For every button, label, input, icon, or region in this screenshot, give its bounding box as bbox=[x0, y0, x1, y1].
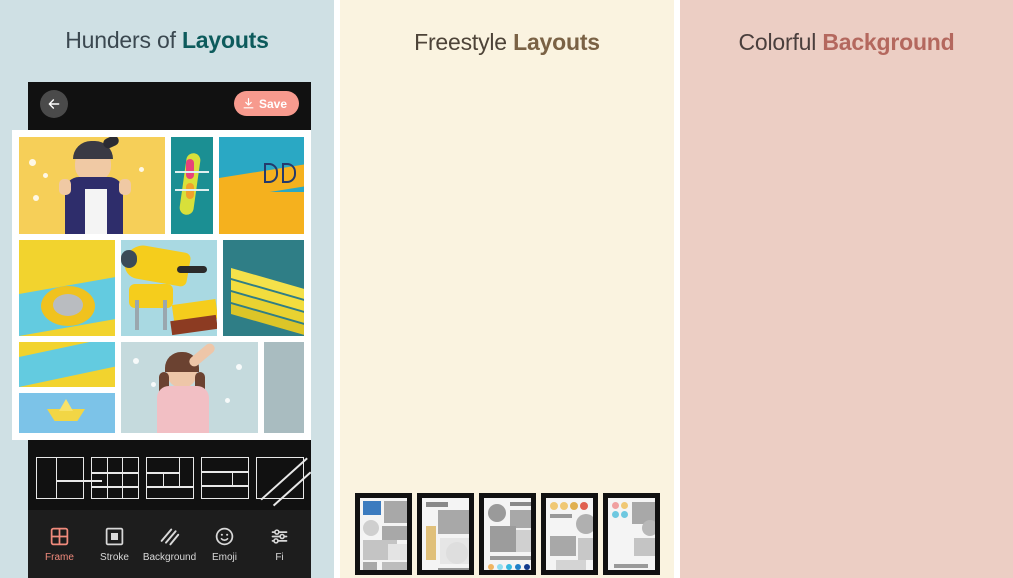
collage-cell-scooter[interactable] bbox=[121, 239, 217, 337]
page-title-3: Colorful Background bbox=[680, 0, 1013, 56]
frame-template-strip[interactable] bbox=[28, 452, 311, 507]
smiley-icon bbox=[215, 527, 234, 545]
collage-cell-paper-boat[interactable] bbox=[19, 393, 115, 433]
panel-colorful-background: Colorful Background Save bbox=[680, 0, 1013, 578]
background-hatch-icon bbox=[160, 528, 180, 545]
freestyle-template-4[interactable] bbox=[540, 493, 598, 575]
back-button-1[interactable] bbox=[40, 90, 68, 118]
save-label-1: Save bbox=[258, 96, 287, 111]
title-plain-2: Freestyle bbox=[414, 29, 514, 55]
stroke-square-icon bbox=[105, 527, 124, 545]
toolbar-label-stroke: Stroke bbox=[100, 551, 129, 563]
title-bold-3: Background bbox=[822, 29, 955, 55]
app-header-1: Save bbox=[28, 82, 311, 126]
freestyle-template-strip[interactable] bbox=[340, 493, 674, 575]
panel-freestyle-layouts: Freestyle Layouts Save Freedom bbox=[340, 0, 674, 578]
freestyle-template-3[interactable] bbox=[478, 493, 536, 575]
toolbar-label-background: Background bbox=[142, 551, 197, 563]
app-store-screenshot-showcase: Hunders of Layouts Save Frame Stroke Bac… bbox=[0, 0, 1013, 578]
title-plain-1: Hunders of bbox=[65, 27, 182, 53]
freestyle-template-5[interactable] bbox=[602, 493, 660, 575]
freestyle-template-1[interactable] bbox=[354, 493, 412, 575]
freestyle-template-2[interactable] bbox=[416, 493, 474, 575]
toolbar-item-frame[interactable]: Frame bbox=[32, 526, 87, 563]
collage-cell-bb-graphic[interactable] bbox=[219, 137, 304, 234]
toolbar-item-stroke[interactable]: Stroke bbox=[87, 526, 142, 563]
editor-toolbar-1[interactable]: Frame Stroke Background Emoji Fi bbox=[28, 510, 311, 578]
collage-cell-boat[interactable] bbox=[171, 137, 213, 234]
title-bold-1: Layouts bbox=[181, 27, 269, 53]
filter-icon bbox=[271, 528, 288, 544]
toolbar-item-filter[interactable]: Fi bbox=[252, 526, 307, 563]
collage-cell-girl-yellow[interactable] bbox=[19, 137, 165, 234]
collage-canvas-grid[interactable] bbox=[12, 130, 311, 440]
phone-mock-1: Save Frame Stroke Background Emoji Fi bbox=[12, 82, 311, 578]
arrow-left-icon bbox=[48, 99, 60, 109]
page-title-1: Hunders of Layouts bbox=[0, 0, 334, 54]
toolbar-label-filter: Fi bbox=[275, 551, 284, 563]
toolbar-label-frame: Frame bbox=[45, 551, 74, 563]
toolbar-label-emoji: Emoji bbox=[211, 551, 237, 563]
toolbar-item-emoji[interactable]: Emoji bbox=[197, 526, 252, 563]
collage-cell-tape[interactable] bbox=[19, 239, 115, 337]
toolbar-item-background[interactable]: Background bbox=[142, 526, 197, 563]
frame-template-4[interactable] bbox=[200, 457, 249, 499]
collage-cell-tape-lower[interactable] bbox=[19, 342, 115, 387]
page-title-2: Freestyle Layouts bbox=[340, 0, 674, 56]
frame-template-5[interactable] bbox=[255, 457, 311, 507]
title-plain-3: Colorful bbox=[738, 29, 823, 55]
collage-cell-yellow-steps[interactable] bbox=[223, 239, 304, 337]
frame-grid-icon bbox=[50, 527, 69, 545]
frame-template-3[interactable] bbox=[145, 457, 194, 499]
download-icon bbox=[243, 98, 254, 109]
frame-template-2[interactable] bbox=[90, 457, 139, 499]
panel-hundreds-of-layouts: Hunders of Layouts Save Frame Stroke Bac… bbox=[0, 0, 334, 578]
collage-cell-girl-blue[interactable] bbox=[121, 342, 258, 433]
collage-cell-texture[interactable] bbox=[264, 342, 304, 433]
frame-template-1[interactable] bbox=[35, 457, 102, 499]
save-button-1[interactable]: Save bbox=[233, 91, 299, 116]
title-bold-2: Layouts bbox=[513, 29, 600, 55]
